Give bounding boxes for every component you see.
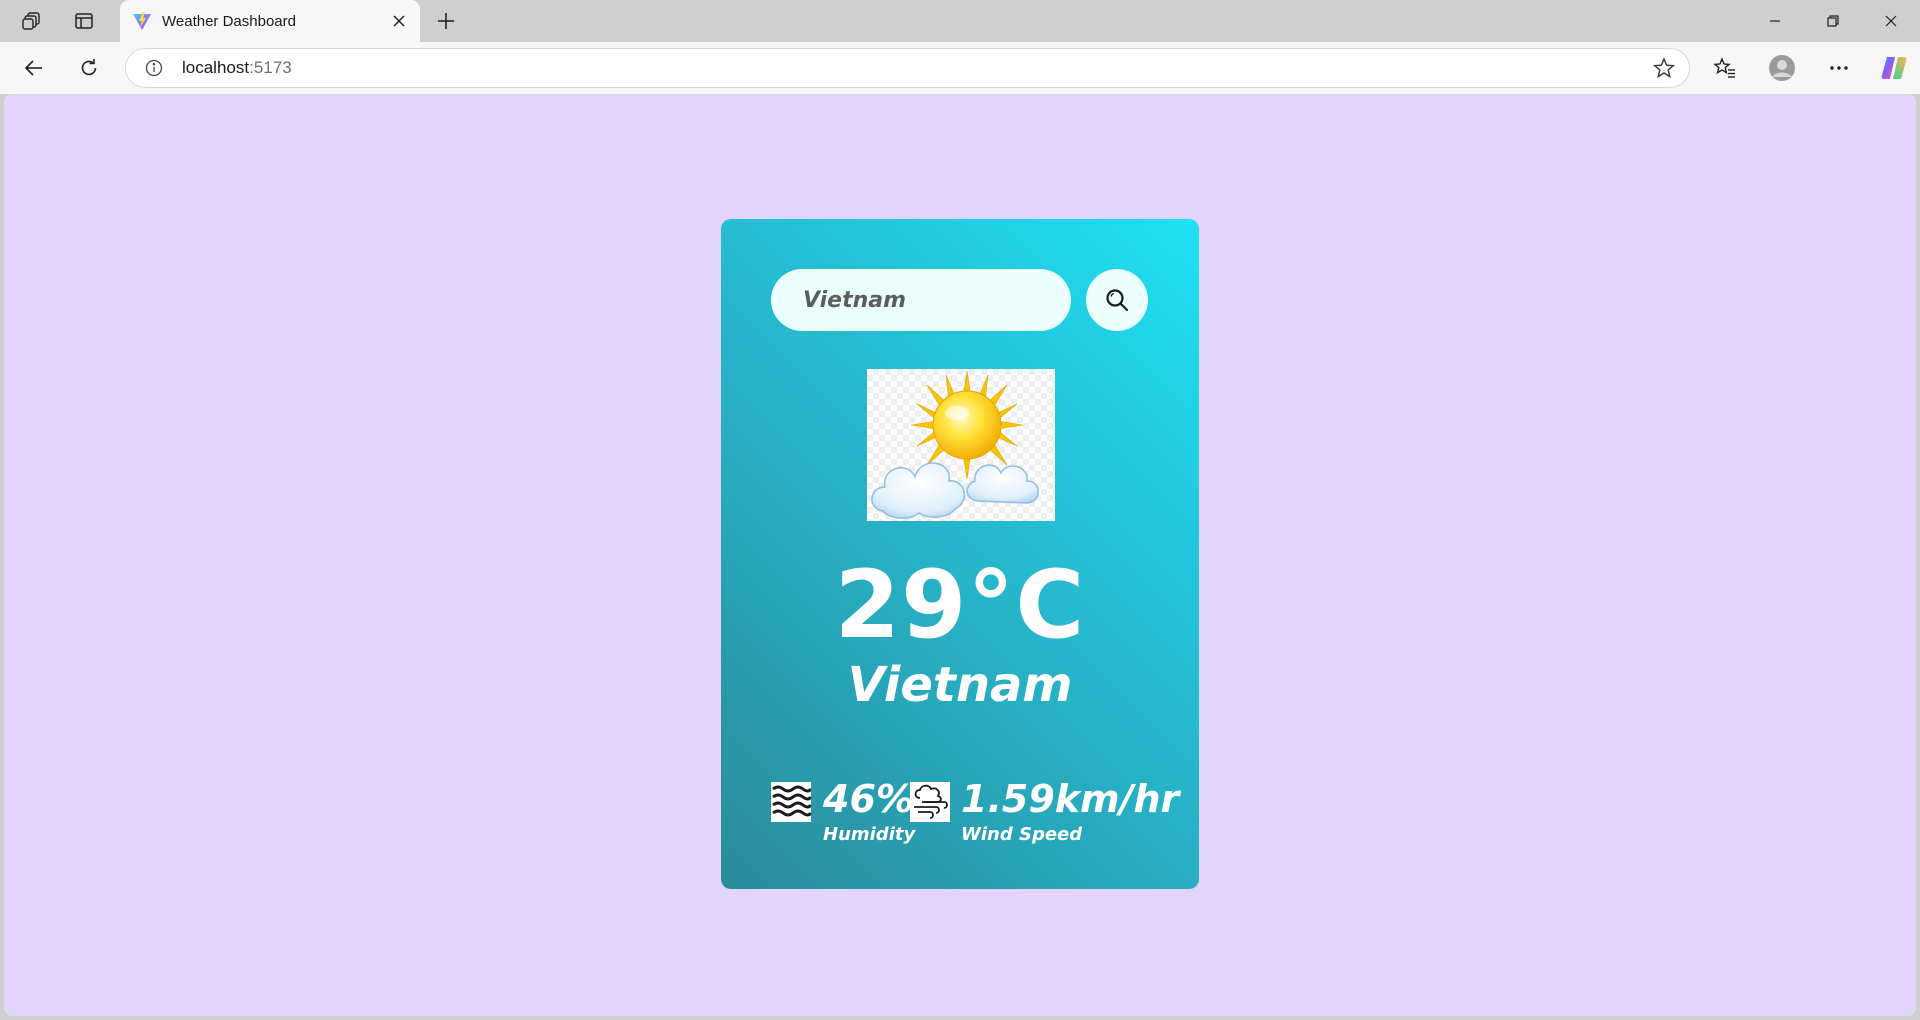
wind-speed-label: Wind Speed <box>961 824 1083 845</box>
sun-behind-clouds-icon <box>867 369 1055 521</box>
site-info-icon[interactable] <box>132 59 176 77</box>
favorites-icon[interactable] <box>1707 50 1743 86</box>
favorite-star-icon[interactable] <box>1652 57 1676 84</box>
workspaces-icon[interactable] <box>14 6 50 36</box>
address-bar[interactable]: localhost:5173 <box>125 48 1690 88</box>
wind-speed-value: 1.59km/hr <box>961 777 1180 821</box>
tab-weather-dashboard[interactable]: Weather Dashboard <box>120 0 420 42</box>
refresh-icon[interactable] <box>71 50 107 86</box>
humidity-label: Humidity <box>823 824 916 845</box>
restore-icon[interactable] <box>1804 0 1862 42</box>
vite-logo-icon <box>130 9 154 33</box>
url-text: localhost:5173 <box>182 58 292 77</box>
search-icon <box>1106 289 1129 312</box>
city-name: Vietnam <box>847 657 1073 713</box>
wind-icon <box>910 782 950 822</box>
close-window-icon[interactable] <box>1862 0 1920 42</box>
weather-card: 29°C Vietnam 46% Humidity 1.59km/hr <box>721 219 1199 889</box>
back-icon[interactable] <box>16 50 52 86</box>
more-options-icon[interactable] <box>1821 50 1857 86</box>
city-search-input[interactable] <box>771 269 1071 331</box>
minimize-icon[interactable] <box>1746 0 1804 42</box>
close-tab-icon[interactable] <box>382 6 416 36</box>
vertical-tabs-icon[interactable] <box>66 6 102 36</box>
page-viewport: 29°C Vietnam 46% Humidity 1.59km/hr <box>4 94 1916 1016</box>
tab-title: Weather Dashboard <box>162 12 296 30</box>
profile-avatar-icon[interactable] <box>1764 50 1800 86</box>
humidity-value: 46% <box>823 777 914 821</box>
temperature: 29°C <box>834 551 1086 660</box>
copilot-icon[interactable] <box>1876 50 1912 86</box>
browser-toolbar: localhost:5173 <box>0 42 1920 94</box>
tab-strip: Weather Dashboard <box>0 0 1920 42</box>
humidity-icon <box>771 782 811 822</box>
search-button[interactable] <box>1086 269 1148 331</box>
new-tab-icon[interactable] <box>428 6 464 36</box>
